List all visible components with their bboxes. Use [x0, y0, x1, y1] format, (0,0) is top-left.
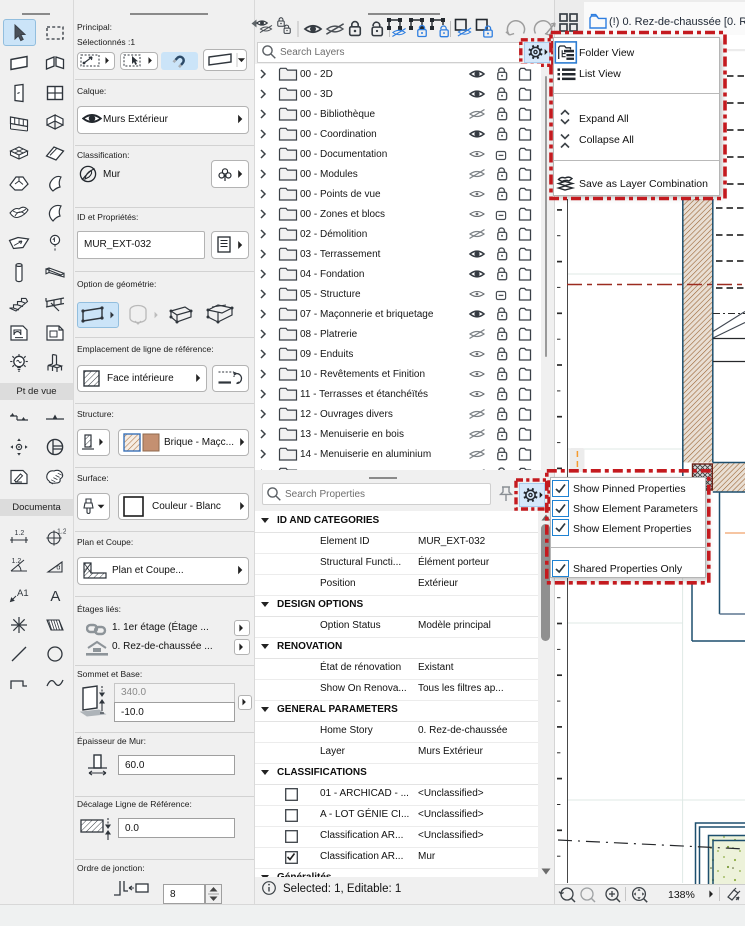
svg-text:1.2: 1.2 — [15, 530, 25, 537]
svg-text:A1: A1 — [17, 588, 29, 599]
svg-text:1.2: 1.2 — [57, 529, 66, 536]
svg-text:138%: 138% — [668, 889, 695, 901]
svg-text:A: A — [50, 588, 60, 605]
svg-text:1.2: 1.2 — [12, 558, 22, 565]
svg-text:α: α — [56, 564, 60, 571]
